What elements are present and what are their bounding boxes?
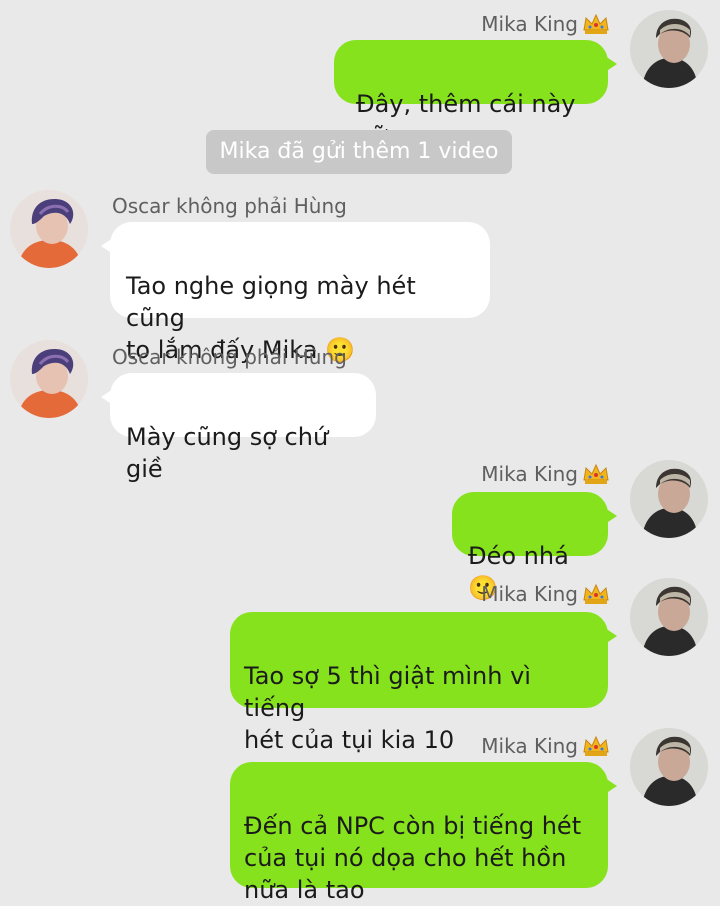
message-text: Mày cũng sợ chứ giề bbox=[126, 423, 329, 483]
sender-name: Mika King bbox=[481, 582, 610, 606]
sender-label: Mika King bbox=[481, 582, 578, 606]
message-text: Đến cả NPC còn bị tiếng hét của tụi nó d… bbox=[244, 812, 582, 904]
message-bubble-outgoing[interactable]: Đéo nhá 🙂 bbox=[452, 492, 617, 602]
sender-label: Oscar không phải Hùng bbox=[112, 345, 347, 369]
system-notice: Mika đã gửi thêm 1 video bbox=[206, 130, 512, 174]
sender-name: Mika King bbox=[481, 734, 610, 758]
sender-name: Oscar không phải Hùng bbox=[112, 345, 347, 369]
crown-icon bbox=[582, 462, 610, 486]
sender-label: Mika King bbox=[481, 734, 578, 758]
system-notice-text: Mika đã gửi thêm 1 video bbox=[219, 139, 499, 164]
avatar-oscar[interactable] bbox=[10, 190, 88, 268]
message-bubble-outgoing[interactable]: Tao sợ 5 thì giật mình vì tiếng hét của … bbox=[230, 612, 617, 754]
sender-label: Mika King bbox=[481, 462, 578, 486]
sender-label: Mika King bbox=[481, 12, 578, 36]
avatar-mika[interactable] bbox=[630, 728, 708, 806]
sender-name: Mika King bbox=[481, 12, 610, 36]
avatar-mika[interactable] bbox=[630, 578, 708, 656]
avatar-mika[interactable] bbox=[630, 460, 708, 538]
avatar-oscar[interactable] bbox=[10, 340, 88, 418]
crown-icon bbox=[582, 582, 610, 606]
message-bubble-incoming[interactable]: Tao nghe giọng mày hét cũng to lắm đấy M… bbox=[101, 222, 490, 364]
sender-name: Mika King bbox=[481, 462, 610, 486]
message-bubble-outgoing[interactable]: Đến cả NPC còn bị tiếng hét của tụi nó d… bbox=[230, 762, 617, 904]
message-bubble-outgoing[interactable]: Đây, thêm cái này nữa bbox=[334, 40, 617, 150]
sender-label: Oscar không phải Hùng bbox=[112, 194, 347, 218]
message-bubble-incoming[interactable]: Mày cũng sợ chứ giề bbox=[101, 373, 376, 483]
sender-name: Oscar không phải Hùng bbox=[112, 194, 347, 218]
crown-icon bbox=[582, 12, 610, 36]
avatar-mika[interactable] bbox=[630, 10, 708, 88]
crown-icon bbox=[582, 734, 610, 758]
